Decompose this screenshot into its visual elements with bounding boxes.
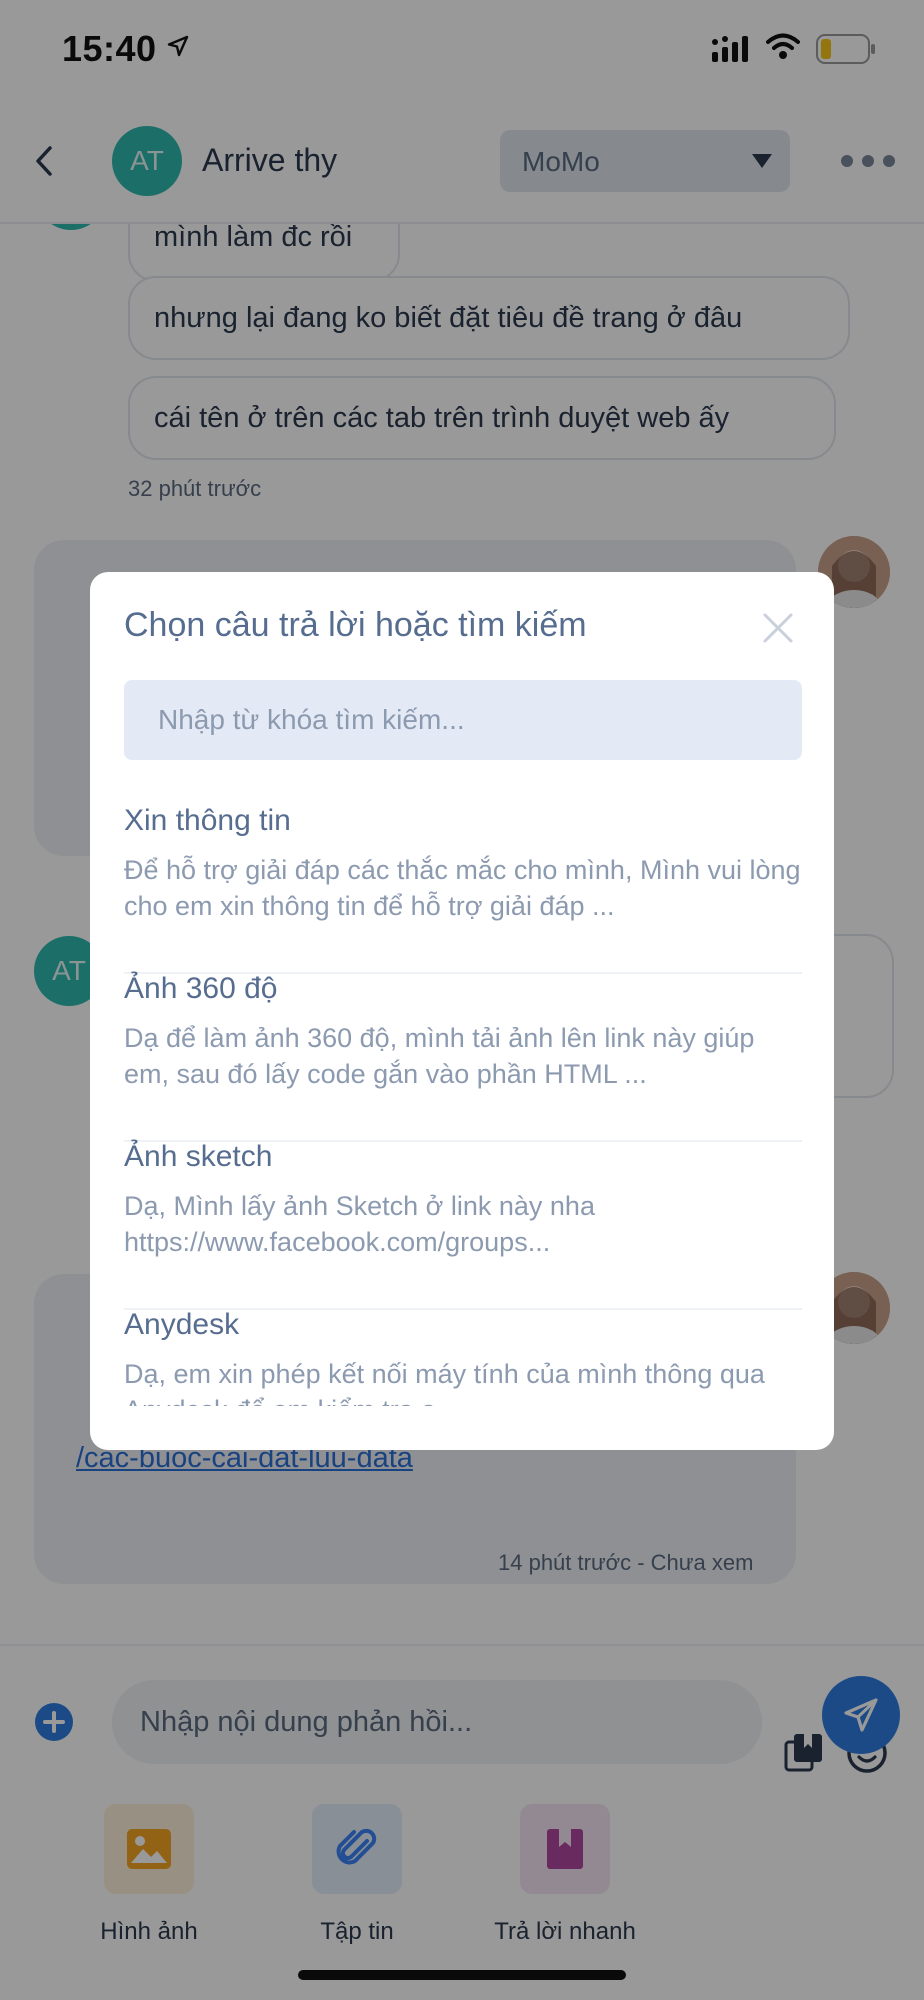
search-placeholder: Nhập từ khóa tìm kiếm... (158, 704, 465, 735)
reply-title: Xin thông tin (124, 804, 291, 837)
reply-title: Anydesk (124, 1308, 240, 1341)
list-item[interactable]: Ảnh sketch Dạ, Mình lấy ảnh Sketch ở lin… (124, 1140, 802, 1310)
list-item[interactable]: Ảnh 360 độ Dạ để làm ảnh 360 độ, mình tả… (124, 972, 802, 1142)
quick-reply-modal: Chọn câu trả lời hoặc tìm kiếm Nhập từ k… (90, 572, 834, 1450)
reply-title: Ảnh 360 độ (124, 972, 278, 1005)
reply-preview: Dạ, em xin phép kết nối máy tính của mìn… (124, 1359, 765, 1406)
reply-preview: Dạ, Mình lấy ảnh Sketch ở link này nha h… (124, 1191, 595, 1257)
list-item[interactable]: Anydesk Dạ, em xin phép kết nối máy tính… (124, 1308, 802, 1428)
reply-title: Ảnh sketch (124, 1140, 273, 1173)
quick-reply-list[interactable]: Xin thông tin Để hỗ trợ giải đáp các thắ… (124, 804, 802, 1406)
modal-title: Chọn câu trả lời hoặc tìm kiếm (124, 606, 587, 644)
reply-preview: Để hỗ trợ giải đáp các thắc mắc cho mình… (124, 855, 801, 921)
list-item[interactable]: Xin thông tin Để hỗ trợ giải đáp các thắ… (124, 804, 802, 974)
reply-preview: Dạ để làm ảnh 360 độ, mình tải ảnh lên l… (124, 1023, 755, 1089)
close-icon[interactable] (762, 612, 794, 649)
search-input[interactable]: Nhập từ khóa tìm kiếm... (124, 680, 802, 760)
